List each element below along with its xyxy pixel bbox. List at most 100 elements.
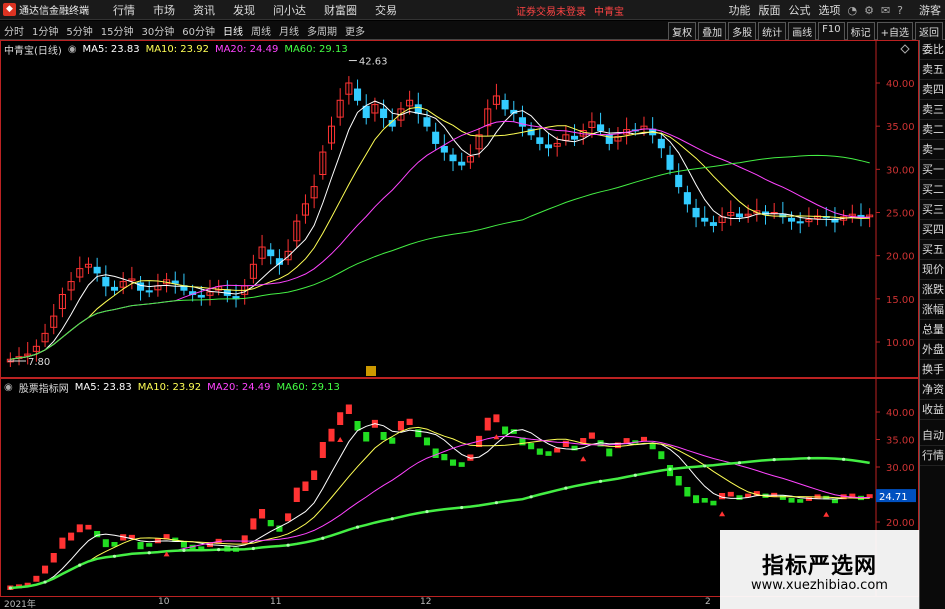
- candle-body: [380, 108, 388, 119]
- side-item[interactable]: 买四: [920, 220, 945, 240]
- period-monthly[interactable]: 月线: [275, 23, 303, 38]
- side-item[interactable]: 买一: [920, 160, 945, 180]
- indicator-bar: [658, 451, 665, 460]
- menu-news[interactable]: 资讯: [184, 2, 224, 18]
- period-daily[interactable]: 日线: [219, 23, 247, 38]
- help-icon[interactable]: ?: [897, 4, 903, 17]
- login-notice[interactable]: 证券交易未登录 中青宝: [516, 3, 624, 18]
- period-15min[interactable]: 15分钟: [97, 23, 138, 38]
- ma10-label: MA10: 23.92: [145, 44, 209, 55]
- side-item[interactable]: 卖五: [920, 60, 945, 80]
- tool-draw[interactable]: 画线: [788, 22, 817, 41]
- side-item[interactable]: 涨跌: [920, 280, 945, 300]
- ma60-dot: [529, 495, 533, 499]
- tool-back[interactable]: 返回: [915, 22, 943, 41]
- chart-tools: 复权 叠加 多股 统计 画线 F10 标记 +自选 返回: [666, 22, 943, 41]
- side-item[interactable]: 换手: [920, 360, 945, 380]
- menu-formula[interactable]: 公式: [788, 2, 810, 18]
- indicator-bar: [285, 513, 292, 522]
- bell-icon[interactable]: ◔: [847, 4, 857, 17]
- tool-add-watch[interactable]: +自选: [876, 22, 913, 41]
- tool-mark[interactable]: 标记: [846, 22, 875, 41]
- event-marker-icon: [366, 366, 376, 376]
- ma60-dot: [251, 546, 255, 551]
- candle-body: [536, 137, 544, 144]
- candle-body: [110, 286, 119, 291]
- period-weekly[interactable]: 周线: [247, 23, 275, 38]
- tool-f10[interactable]: F10: [818, 22, 845, 41]
- side-item[interactable]: 委比: [920, 40, 945, 60]
- main-frame: [0, 40, 919, 378]
- menu-discover[interactable]: 发现: [224, 2, 264, 18]
- ind-y-tick-label: 30.00: [886, 463, 915, 474]
- period-multi[interactable]: 多周期: [303, 23, 341, 38]
- tool-stats[interactable]: 统计: [758, 22, 787, 41]
- date-label: 12: [420, 597, 432, 607]
- panel-resize-icon: [900, 44, 910, 54]
- candle-body: [432, 131, 440, 144]
- side-item[interactable]: 收益: [920, 400, 945, 420]
- candle-body: [544, 144, 553, 149]
- side-item[interactable]: 外盘: [920, 340, 945, 360]
- candle-body: [692, 207, 700, 218]
- indicator-bar: [458, 462, 465, 467]
- menu-quotes[interactable]: 行情: [104, 2, 144, 18]
- menu-function[interactable]: 功能: [728, 2, 750, 18]
- ma60-dot: [355, 525, 360, 529]
- menu-options[interactable]: 选项: [818, 2, 840, 18]
- period-5min[interactable]: 5分钟: [62, 23, 96, 38]
- ma5-line: [10, 100, 870, 360]
- period-30min[interactable]: 30分钟: [137, 23, 178, 38]
- candle-body: [137, 282, 145, 291]
- side-item[interactable]: 现价: [920, 260, 945, 280]
- indicator-bar: [588, 432, 595, 439]
- candle-body: [171, 280, 179, 284]
- menu-layout[interactable]: 版面: [758, 2, 780, 18]
- side-item[interactable]: 卖二: [920, 120, 945, 140]
- buy-arrow-icon: [580, 456, 587, 462]
- side-item[interactable]: 卖三: [920, 100, 945, 120]
- candle-body: [701, 217, 709, 222]
- side-item[interactable]: 行情: [920, 446, 945, 466]
- side-item[interactable]: 卖四: [920, 80, 945, 100]
- ma60-dot: [182, 548, 186, 553]
- side-item[interactable]: 卖一: [920, 140, 945, 160]
- tool-overlay[interactable]: 叠加: [698, 22, 727, 41]
- side-item[interactable]: 买三: [920, 200, 945, 220]
- period-60min[interactable]: 60分钟: [178, 23, 219, 38]
- indicator-bar: [449, 459, 457, 466]
- ma20-line: [10, 120, 870, 360]
- period-intraday[interactable]: 分时: [0, 23, 28, 38]
- indicator-bar: [397, 421, 404, 431]
- ma60-dot: [78, 563, 82, 567]
- logo-icon: ◆: [3, 3, 16, 16]
- y-tick-label: 20.00: [886, 252, 915, 263]
- menu-market[interactable]: 市场: [144, 2, 184, 18]
- indicator-bar: [311, 470, 318, 480]
- user-label[interactable]: 游客: [919, 2, 941, 18]
- side-item[interactable]: 净资: [920, 380, 945, 400]
- side-item[interactable]: 涨幅: [920, 300, 945, 320]
- candle-body: [440, 145, 448, 153]
- period-toolbar: 分时 1分钟 5分钟 15分钟 30分钟 60分钟 日线 周线 月线 多周期 更…: [0, 21, 945, 41]
- period-more[interactable]: 更多: [341, 23, 369, 38]
- period-1min[interactable]: 1分钟: [28, 23, 62, 38]
- menu-wealth[interactable]: 财富圈: [315, 2, 366, 18]
- ma60-dot: [668, 467, 672, 471]
- menu-bar: ◆ 通达信金融终端 行情 市场 资讯 发现 问小达 财富圈 交易 证券交易未登录…: [0, 0, 945, 20]
- mail-icon[interactable]: ✉: [881, 4, 890, 17]
- menu-trade[interactable]: 交易: [366, 2, 406, 18]
- side-item[interactable]: 买五: [920, 240, 945, 260]
- side-item[interactable]: 买二: [920, 180, 945, 200]
- candle-body: [458, 161, 466, 166]
- tool-adjust[interactable]: 复权: [668, 22, 697, 41]
- candle-body: [683, 192, 691, 205]
- indicator-bar: [363, 432, 370, 442]
- side-item[interactable]: 自动: [920, 426, 945, 446]
- side-item[interactable]: 总量: [920, 320, 945, 340]
- candle-body: [709, 222, 717, 226]
- settings-icon[interactable]: ⚙: [864, 4, 874, 17]
- menu-ask[interactable]: 问小达: [264, 2, 315, 18]
- kline-chart[interactable]: 40.00 35.00 30.00 25.00 20.00 15.00 10.00 40.00…: [0, 40, 919, 609]
- tool-multistock[interactable]: 多股: [728, 22, 757, 41]
